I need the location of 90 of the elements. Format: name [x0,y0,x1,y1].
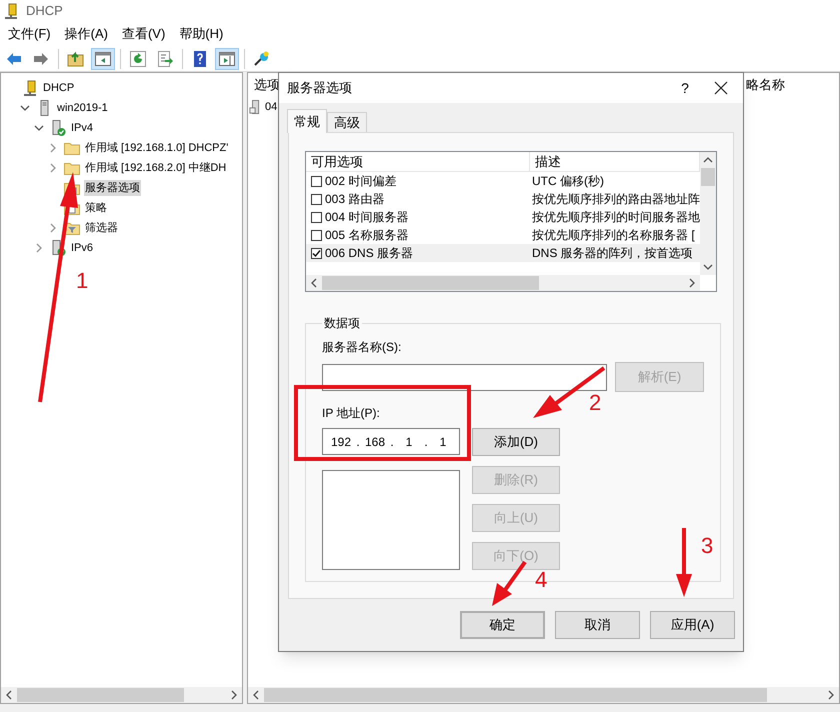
toolbar-button[interactable] [91,48,115,70]
tree-item[interactable]: IPv6 [70,240,94,256]
ip-separator: . [389,434,395,450]
tree-item[interactable]: 服务器选项 [84,180,141,196]
annotation-number: 2 [589,390,602,416]
export-list-icon [156,50,174,68]
column-header[interactable]: 描述 [530,152,700,172]
option-description: UTC 偏移(秒) [531,173,604,190]
field-label: IP 地址(P): [322,405,381,422]
chevron-right-icon[interactable] [48,163,58,173]
option-description: 按优先顺序排列的名称服务器 [ [531,227,695,244]
window-title: DHCP [26,2,63,20]
list-row[interactable]: 002 时间偏差 UTC 偏移(秒) [306,172,700,190]
checkbox[interactable] [311,248,322,258]
chevron-right-icon[interactable] [48,143,58,153]
ip-octet: 1 [404,434,414,450]
option-name: 006 DNS 服务器 [325,245,414,262]
menu-item[interactable]: 文件(F) [4,24,55,44]
server-name-field[interactable] [322,364,607,390]
annotation-arrow [676,528,692,597]
tree-item[interactable]: 作用域 [192.168.2.0] 中继DH [84,160,228,176]
dialog-button[interactable]: 添加(D) [472,428,560,456]
ip-address-field[interactable]: 192 . 168 . 1 . 1 [322,428,460,455]
tab[interactable]: 常规 [287,109,327,133]
server-tower-icon [2,2,20,20]
plugin-icon [253,50,271,68]
option-name: 002 时间偏差 [325,173,396,190]
option-name: 005 名称服务器 [325,227,408,244]
server-tower-icon [21,79,39,97]
dialog-button[interactable]: 应用(A) [650,611,735,639]
scroll-thumb[interactable] [322,276,540,290]
scroll-thumb[interactable] [264,688,768,702]
tab[interactable]: 高级 [327,112,367,133]
chevron-down-icon[interactable] [34,123,44,133]
option-description: DNS 服务器的阵列，按首选项 [531,245,693,262]
ip-octet: 168 [365,434,385,450]
list-row[interactable]: 006 DNS 服务器 DNS 服务器的阵列，按首选项 [306,244,700,262]
folder-up-icon [67,50,85,68]
dialog-button[interactable]: 确定 [460,611,545,639]
tree-item[interactable]: 筛选器 [84,220,119,236]
list-row[interactable]: 005 名称服务器 按优先顺序排列的名称服务器 [ [306,226,700,244]
close-icon [714,81,728,95]
column-header[interactable]: 可用选项 [306,152,530,172]
chevron-down-icon[interactable] [20,103,30,113]
option-name: 003 路由器 [325,191,384,208]
menu-item[interactable]: 操作(A) [60,24,112,44]
checkbox[interactable] [311,176,322,186]
address-list[interactable] [322,470,460,570]
help-icon [191,50,209,68]
tree-item[interactable]: win2019-1 [56,100,109,116]
toolbar-button[interactable] [215,48,239,70]
help-button[interactable]: ? [671,76,699,100]
annotation-number: 4 [535,567,548,593]
dialog-title: 服务器选项 [287,79,353,98]
annotation-number: 1 [76,268,88,294]
checkbox[interactable] [311,212,322,222]
annotation-number: 3 [701,533,714,559]
table-cell-text: 04 [265,100,278,115]
horizontal-scrollbar[interactable] [1,687,242,703]
option-description: 按优先顺序排列的时间服务器地 [531,209,700,226]
option-name: 004 时间服务器 [325,209,408,226]
ip-separator: . [355,434,361,450]
list-row[interactable]: 004 时间服务器 按优先顺序排列的时间服务器地 [306,208,700,226]
horizontal-scrollbar[interactable] [248,687,839,703]
vertical-scrollbar[interactable] [700,152,716,275]
tree-item[interactable]: DHCP [42,80,76,96]
ip-separator: . [423,434,429,450]
dialog-button[interactable]: 取消 [555,611,640,639]
menu-item[interactable]: 帮助(H) [175,24,228,44]
tree-item[interactable]: 策略 [84,200,108,216]
tree-item[interactable]: IPv4 [70,120,94,136]
option-description: 按优先顺序排列的路由器地址阵 [531,191,700,208]
tree-item[interactable]: 作用域 [192.168.1.0] DHCPZ' [84,140,230,156]
chevron-right-icon[interactable] [48,223,58,233]
ip-octet: 192 [331,434,351,450]
checkbox[interactable] [311,230,322,240]
refresh-icon [129,50,147,68]
scroll-thumb[interactable] [701,168,715,186]
list-row[interactable]: 003 路由器 按优先顺序排列的路由器地址阵 [306,190,700,208]
horizontal-scrollbar[interactable] [306,275,700,291]
group-title: 数据项 [323,315,361,332]
field-label: 服务器名称(S): [322,339,402,356]
ip-octet: 1 [438,434,448,450]
check-icon [312,248,321,258]
chevron-right-icon[interactable] [34,243,44,253]
action-pane-icon [218,50,236,68]
menu-item[interactable]: 查看(V) [118,24,170,44]
tree-pane-icon [94,50,112,68]
checkbox[interactable] [311,194,322,204]
scroll-thumb[interactable] [17,688,184,702]
